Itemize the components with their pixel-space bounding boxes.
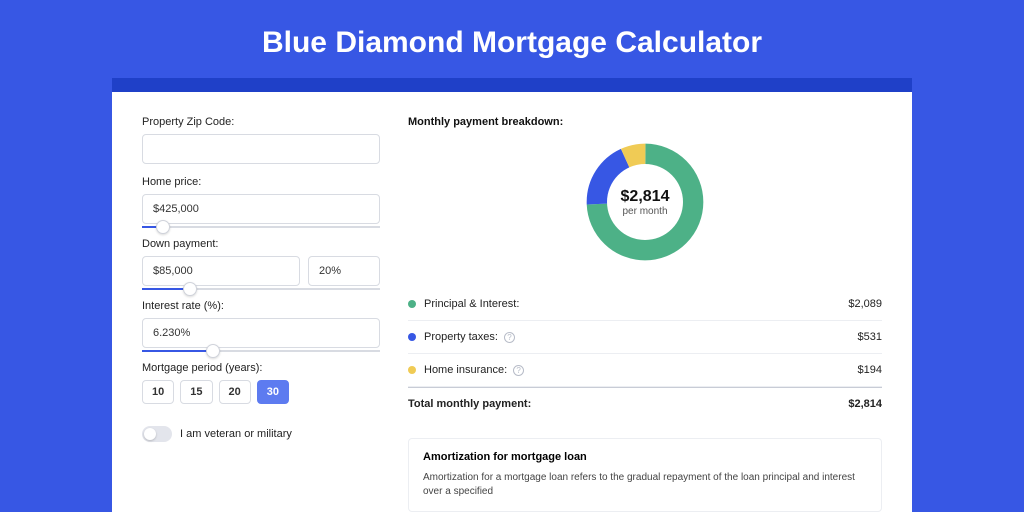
home-price-slider[interactable] <box>142 226 380 228</box>
down-payment-slider-thumb[interactable] <box>183 282 197 296</box>
legend-row: Property taxes:? $531 <box>408 321 882 354</box>
banner-strip <box>112 78 912 92</box>
interest-label: Interest rate (%): <box>142 300 380 312</box>
down-payment-pct-input[interactable]: 20% <box>308 256 380 286</box>
home-price-slider-thumb[interactable] <box>156 220 170 234</box>
amortization-box: Amortization for mortgage loan Amortizat… <box>408 438 882 512</box>
legend-list: Principal & Interest: $2,089 Property taxe… <box>408 288 882 387</box>
home-price-input[interactable]: $425,000 <box>142 194 380 224</box>
help-icon[interactable]: ? <box>504 332 515 343</box>
legend-total: Total monthly payment: $2,814 <box>408 387 882 420</box>
veteran-toggle-knob <box>144 428 156 440</box>
amortization-text: Amortization for a mortgage loan refers … <box>423 471 867 499</box>
total-value: $2,814 <box>848 398 882 410</box>
period-btn-15[interactable]: 15 <box>180 380 212 404</box>
legend-dot-icon <box>408 366 416 374</box>
legend-label: Home insurance: <box>424 364 507 376</box>
interest-slider[interactable] <box>142 350 380 352</box>
legend-dot-icon <box>408 333 416 341</box>
zip-label: Property Zip Code: <box>142 116 380 128</box>
period-btn-10[interactable]: 10 <box>142 380 174 404</box>
help-icon[interactable]: ? <box>513 365 524 376</box>
veteran-toggle[interactable] <box>142 426 172 442</box>
home-price-label: Home price: <box>142 176 380 188</box>
input-panel: Property Zip Code: Home price: $425,000 … <box>142 116 380 512</box>
legend-dot-icon <box>408 300 416 308</box>
breakdown-panel: Monthly payment breakdown: $2,814 per mo… <box>408 116 882 512</box>
breakdown-heading: Monthly payment breakdown: <box>408 116 882 128</box>
interest-input[interactable]: 6.230% <box>142 318 380 348</box>
legend-row: Principal & Interest: $2,089 <box>408 288 882 321</box>
donut-center: $2,814 per month <box>607 164 683 240</box>
period-label: Mortgage period (years): <box>142 362 380 374</box>
legend-value: $194 <box>858 364 882 376</box>
legend-label: Principal & Interest: <box>424 298 519 310</box>
interest-slider-thumb[interactable] <box>206 344 220 358</box>
interest-slider-fill <box>142 350 213 352</box>
down-payment-slider[interactable] <box>142 288 380 290</box>
down-payment-input[interactable]: $85,000 <box>142 256 300 286</box>
donut-sub: per month <box>622 206 667 217</box>
total-label: Total monthly payment: <box>408 398 531 410</box>
donut-chart: $2,814 per month <box>585 142 705 262</box>
legend-value: $2,089 <box>848 298 882 310</box>
calculator-card: Property Zip Code: Home price: $425,000 … <box>112 92 912 512</box>
period-btn-30[interactable]: 30 <box>257 380 289 404</box>
down-payment-label: Down payment: <box>142 238 380 250</box>
legend-value: $531 <box>858 331 882 343</box>
zip-input[interactable] <box>142 134 380 164</box>
amortization-title: Amortization for mortgage loan <box>423 451 867 463</box>
donut-amount: $2,814 <box>621 188 670 206</box>
legend-row: Home insurance:? $194 <box>408 354 882 387</box>
period-btn-20[interactable]: 20 <box>219 380 251 404</box>
legend-label: Property taxes: <box>424 331 498 343</box>
page-title: Blue Diamond Mortgage Calculator <box>0 0 1024 78</box>
veteran-label: I am veteran or military <box>180 428 292 440</box>
period-options: 1015 2030 <box>142 380 380 404</box>
